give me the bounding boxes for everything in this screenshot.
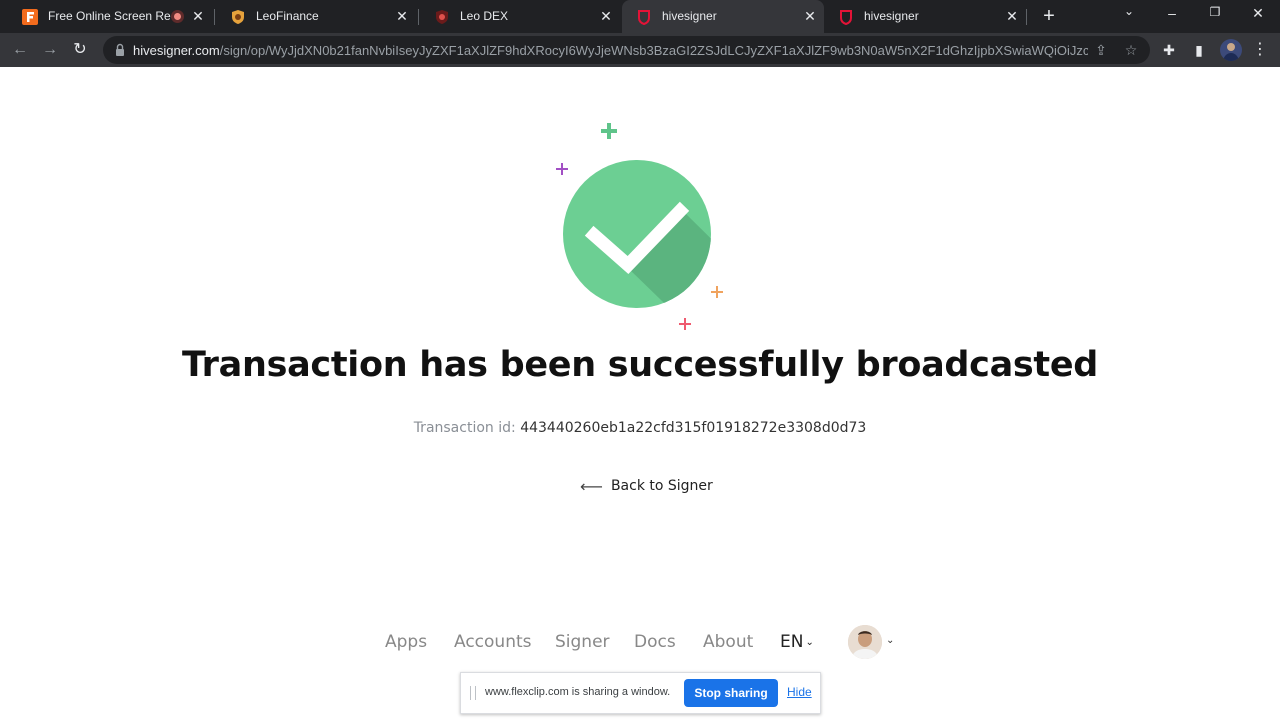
url-path: /sign/op/WyJjdXN0b21fanNvbiIseyJyZXF1aXJ… bbox=[219, 43, 1088, 58]
back-to-signer-link[interactable]: ⟵ Back to Signer bbox=[580, 476, 713, 496]
browser-toolbar: ← → ↻ hivesigner.com/sign/op/WyJjdXN0b21… bbox=[0, 33, 1280, 67]
tab-hivesigner-active[interactable]: hivesigner ✕ bbox=[622, 0, 824, 33]
close-tab-icon[interactable]: ✕ bbox=[190, 8, 206, 24]
arrow-left-icon: ⟵ bbox=[580, 476, 603, 496]
footer-link-accounts[interactable]: Accounts bbox=[454, 632, 532, 652]
language-selector[interactable]: EN ⌄ bbox=[780, 632, 814, 652]
user-avatar[interactable] bbox=[848, 625, 882, 659]
footer-link-signer[interactable]: Signer bbox=[555, 632, 610, 652]
transaction-id-line: Transaction id: 443440260eb1a22cfd315f01… bbox=[0, 420, 1280, 436]
close-tab-icon[interactable]: ✕ bbox=[394, 8, 410, 24]
hivesigner-page: Transaction has been successfully broadc… bbox=[0, 67, 1280, 720]
reload-icon[interactable]: ↻ bbox=[69, 39, 91, 61]
recording-indicator-icon bbox=[171, 10, 184, 23]
tab-title: LeoFinance bbox=[256, 9, 319, 23]
back-to-signer-label: Back to Signer bbox=[610, 478, 713, 494]
hide-link[interactable]: Hide bbox=[787, 685, 812, 699]
footer-link-apps[interactable]: Apps bbox=[385, 632, 427, 652]
chevron-down-icon: ⌄ bbox=[805, 636, 814, 648]
user-avatar-image bbox=[848, 625, 882, 659]
close-tab-icon[interactable]: ✕ bbox=[1004, 8, 1020, 24]
url-host: hivesigner.com bbox=[133, 43, 220, 58]
restore-icon[interactable]: ❐ bbox=[1203, 5, 1227, 19]
forward-icon[interactable]: → bbox=[39, 39, 61, 61]
close-tab-icon[interactable]: ✕ bbox=[802, 8, 818, 24]
tab-separator bbox=[418, 9, 419, 25]
success-check-icon bbox=[556, 123, 723, 330]
tab-title: Leo DEX bbox=[460, 9, 509, 23]
page-title: Transaction has been successfully broadc… bbox=[181, 345, 1099, 385]
chevron-down-icon[interactable]: ⌄ bbox=[886, 635, 894, 646]
address-bar[interactable]: hivesigner.com/sign/op/WyJjdXN0b21fanNvb… bbox=[103, 36, 1150, 64]
leodex-icon bbox=[436, 10, 448, 24]
profile-avatar-image bbox=[1223, 43, 1239, 61]
tab-title: Free Online Screen Reco bbox=[48, 9, 172, 23]
transaction-id-value: 443440260eb1a22cfd315f01918272e3308d0d73 bbox=[520, 420, 867, 436]
tab-separator bbox=[214, 9, 215, 25]
close-tab-icon[interactable]: ✕ bbox=[598, 8, 614, 24]
language-value: EN bbox=[780, 632, 804, 652]
url-text[interactable]: hivesigner.com/sign/op/WyJjdXN0b21fanNvb… bbox=[133, 43, 1088, 58]
sparkle-orange-icon bbox=[711, 286, 723, 298]
lock-icon bbox=[116, 43, 124, 56]
back-icon[interactable]: ← bbox=[9, 39, 31, 61]
bookmark-star-icon[interactable]: ☆ bbox=[1122, 41, 1140, 59]
hivesigner-icon bbox=[840, 10, 852, 25]
browser-menu-icon[interactable]: ⋮ bbox=[1252, 40, 1268, 60]
tab-title: hivesigner bbox=[864, 9, 919, 23]
footer-link-docs[interactable]: Docs bbox=[634, 632, 676, 652]
tab-leofinance[interactable]: LeoFinance ✕ bbox=[216, 0, 418, 33]
new-tab-icon[interactable]: + bbox=[1039, 6, 1059, 26]
browser-tab-strip: Free Online Screen Reco ✕ LeoFinance ✕ L… bbox=[0, 0, 1280, 33]
extensions-puzzle-icon[interactable]: ✚ bbox=[1159, 40, 1179, 60]
side-panel-icon[interactable]: ▮ bbox=[1189, 40, 1209, 60]
screen-share-notification: www.flexclip.com is sharing a window. St… bbox=[460, 672, 821, 714]
hivesigner-icon bbox=[638, 10, 650, 25]
tab-title: hivesigner bbox=[662, 9, 717, 23]
flexclip-icon bbox=[22, 9, 38, 25]
profile-avatar[interactable] bbox=[1220, 39, 1242, 61]
tab-hivesigner[interactable]: hivesigner ✕ bbox=[824, 0, 1026, 33]
tab-leo-dex[interactable]: Leo DEX ✕ bbox=[420, 0, 622, 33]
tab-flexclip[interactable]: Free Online Screen Reco ✕ bbox=[8, 0, 214, 33]
transaction-id-label: Transaction id: bbox=[413, 420, 516, 436]
share-status-text: www.flexclip.com is sharing a window. bbox=[485, 686, 671, 698]
leofinance-icon bbox=[232, 10, 244, 24]
sparkle-green-icon bbox=[601, 123, 617, 139]
tab-separator bbox=[1026, 9, 1027, 25]
footer-link-about[interactable]: About bbox=[703, 632, 753, 652]
share-icon[interactable]: ⇪ bbox=[1092, 41, 1110, 59]
stop-sharing-button[interactable]: Stop sharing bbox=[684, 679, 778, 707]
sparkle-red-icon bbox=[679, 318, 691, 330]
minimize-icon[interactable]: – bbox=[1160, 5, 1184, 21]
close-window-icon[interactable]: ✕ bbox=[1246, 5, 1270, 22]
tab-search-chevron-icon[interactable]: ⌄ bbox=[1117, 4, 1141, 18]
drag-handle-icon[interactable] bbox=[470, 686, 476, 700]
sparkle-purple-icon bbox=[556, 163, 568, 175]
